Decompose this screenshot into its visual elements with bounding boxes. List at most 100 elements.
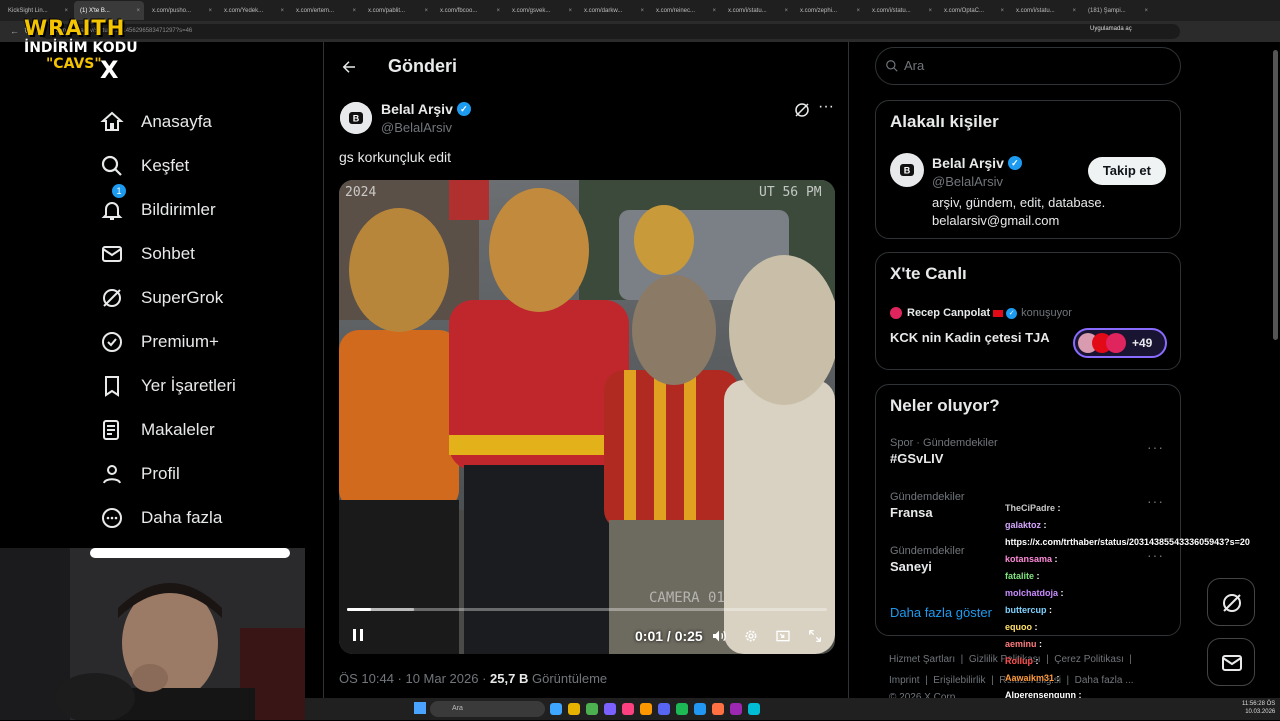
footer-link[interactable]: Imprint	[889, 675, 920, 686]
nav-item-more-circle[interactable]: Daha fazla	[100, 496, 236, 540]
video-player[interactable]: 2024 UT 56 PM CAMERA 01 0:01 / 0:25	[339, 180, 835, 654]
browser-tab[interactable]: x.com/fbcoo... ×	[434, 1, 504, 20]
browser-tab[interactable]: x.com/i/statu... ×	[722, 1, 792, 20]
browser-tab[interactable]: x.com/darkw... ×	[578, 1, 648, 20]
close-tab-icon[interactable]: ×	[280, 8, 284, 14]
nav-item-person[interactable]: Profil	[100, 452, 236, 496]
picture-in-picture-icon[interactable]	[775, 628, 791, 644]
search-input[interactable]: Ara	[875, 47, 1181, 85]
close-tab-icon[interactable]: ×	[1000, 8, 1004, 14]
live-host[interactable]: Recep Canpolat	[907, 307, 990, 319]
nav-item-bell[interactable]: 1 Bildirimler	[100, 184, 236, 232]
trend-name[interactable]: Fransa	[890, 505, 965, 520]
video-progress-track[interactable]	[347, 608, 827, 611]
close-tab-icon[interactable]: ×	[784, 8, 788, 14]
volume-icon[interactable]	[711, 628, 727, 644]
close-tab-icon[interactable]: ×	[568, 8, 572, 14]
grok-fab-button[interactable]	[1207, 578, 1255, 626]
back-nav-icon[interactable]: ←	[10, 26, 19, 36]
related-avatar[interactable]: B	[890, 153, 924, 187]
footer-link[interactable]: Hizmet Şartları	[889, 654, 955, 665]
nav-item-grok[interactable]: SuperGrok	[100, 276, 236, 320]
nav-item-search[interactable]: Keşfet	[100, 144, 236, 188]
browser-tab[interactable]: x.com/Yedek... ×	[218, 1, 288, 20]
related-name[interactable]: Belal Arşiv	[932, 155, 1004, 171]
grok-icon[interactable]	[793, 101, 811, 119]
live-host-row[interactable]: Recep Canpolat ✓ konuşuyor	[890, 307, 1072, 319]
live-listeners-pill[interactable]: +49	[1073, 328, 1167, 358]
system-clock[interactable]: 11:56:28 ÖS 10.03.2026	[1242, 700, 1275, 716]
settings-gear-icon[interactable]	[743, 628, 759, 644]
taskbar-app-icon[interactable]	[604, 703, 616, 715]
taskbar-app-icon[interactable]	[730, 703, 742, 715]
page-scrollbar[interactable]	[1273, 50, 1278, 340]
author-name-row[interactable]: Belal Arşiv ✓	[381, 101, 471, 117]
trend-more-icon[interactable]: ···	[1147, 439, 1164, 455]
close-tab-icon[interactable]: ×	[64, 8, 68, 14]
post-timestamp[interactable]: ÖS 10:44 · 10 Mar 2026 ·	[339, 671, 486, 686]
fullscreen-icon[interactable]	[807, 628, 823, 644]
nav-item-bookmark[interactable]: Yer İşaretleri	[100, 364, 236, 408]
spotify-icon[interactable]	[676, 703, 688, 715]
browser-tab[interactable]: (181) Şampi... ×	[1082, 1, 1152, 20]
browser-tab[interactable]: x.com/gsvek... ×	[506, 1, 576, 20]
messages-fab-button[interactable]	[1207, 638, 1255, 686]
trend-item[interactable]: Gündemdekiler Fransa	[890, 491, 965, 520]
taskbar-app-icon[interactable]	[622, 703, 634, 715]
taskbar-app-icon[interactable]	[748, 703, 760, 715]
close-tab-icon[interactable]: ×	[928, 8, 932, 14]
nav-item-article[interactable]: Makaleler	[100, 408, 236, 452]
pause-icon[interactable]	[351, 628, 365, 642]
windows-start-icon[interactable]	[414, 702, 426, 714]
close-tab-icon[interactable]: ×	[496, 8, 500, 14]
nav-item-mail[interactable]: Sohbet	[100, 232, 236, 276]
discord-icon[interactable]	[658, 703, 670, 715]
related-handle[interactable]: @BelalArsiv	[932, 174, 1003, 189]
show-more-link[interactable]: Daha fazla göster	[890, 605, 992, 620]
browser-tab[interactable]: x.com/OptaC... ×	[938, 1, 1008, 20]
taskbar-search[interactable]: Ara	[430, 701, 545, 717]
author-handle[interactable]: @BelalArsiv	[381, 120, 452, 135]
footer-link[interactable]: Erişilebilirlik	[933, 675, 985, 686]
more-options-icon[interactable]: ···	[818, 98, 834, 116]
browser-tab[interactable]: x.com/reinec... ×	[650, 1, 720, 20]
browser-tab[interactable]: x.com/ertem... ×	[290, 1, 360, 20]
taskbar-app-icon[interactable]	[712, 703, 724, 715]
live-topic[interactable]: KCK nin Kadin çetesi TJA	[890, 330, 1050, 345]
view-count-label: Görüntüleme	[531, 671, 608, 686]
nav-item-home[interactable]: Anasayfa	[100, 100, 236, 144]
trend-name[interactable]: #GSvLIV	[890, 451, 998, 466]
taskbar-app-icon[interactable]	[640, 703, 652, 715]
browser-tab[interactable]: x.com/zephi... ×	[794, 1, 864, 20]
close-tab-icon[interactable]: ×	[640, 8, 644, 14]
open-in-app-button[interactable]: Uygulamada aç	[1090, 26, 1132, 32]
close-tab-icon[interactable]: ×	[1144, 8, 1148, 14]
chat-username: molchatdoja	[1005, 588, 1059, 598]
x-logo-icon[interactable]: X	[100, 56, 119, 84]
close-tab-icon[interactable]: ×	[856, 8, 860, 14]
close-tab-icon[interactable]: ×	[424, 8, 428, 14]
follow-button[interactable]: Takip et	[1087, 157, 1166, 185]
browser-tab[interactable]: x.com/i/statu... ×	[866, 1, 936, 20]
close-tab-icon[interactable]: ×	[136, 8, 140, 14]
trend-name[interactable]: Saneyi	[890, 559, 965, 574]
related-name-row[interactable]: Belal Arşiv ✓	[932, 155, 1022, 171]
browser-tab[interactable]: x.com/pusho... ×	[146, 1, 216, 20]
author-name[interactable]: Belal Arşiv	[381, 101, 453, 117]
taskbar-app-icon[interactable]	[550, 703, 562, 715]
back-arrow-icon[interactable]	[340, 58, 358, 76]
chrome-icon[interactable]	[586, 703, 598, 715]
browser-tab[interactable]: x.com/i/statu... ×	[1010, 1, 1080, 20]
close-tab-icon[interactable]: ×	[208, 8, 212, 14]
url-field[interactable]: x.com/belalarsiv/status/2031456296583471…	[40, 24, 1180, 39]
taskbar-app-icon[interactable]	[694, 703, 706, 715]
trend-item[interactable]: Spor · Gündemdekiler #GSvLIV	[890, 437, 998, 466]
folder-icon[interactable]	[568, 703, 580, 715]
close-tab-icon[interactable]: ×	[712, 8, 716, 14]
close-tab-icon[interactable]: ×	[1072, 8, 1076, 14]
author-avatar[interactable]: B	[340, 102, 372, 134]
close-tab-icon[interactable]: ×	[352, 8, 356, 14]
browser-tab[interactable]: x.com/pablit... ×	[362, 1, 432, 20]
nav-item-verified[interactable]: Premium+	[100, 320, 236, 364]
trend-item[interactable]: Gündemdekiler Saneyi	[890, 545, 965, 574]
